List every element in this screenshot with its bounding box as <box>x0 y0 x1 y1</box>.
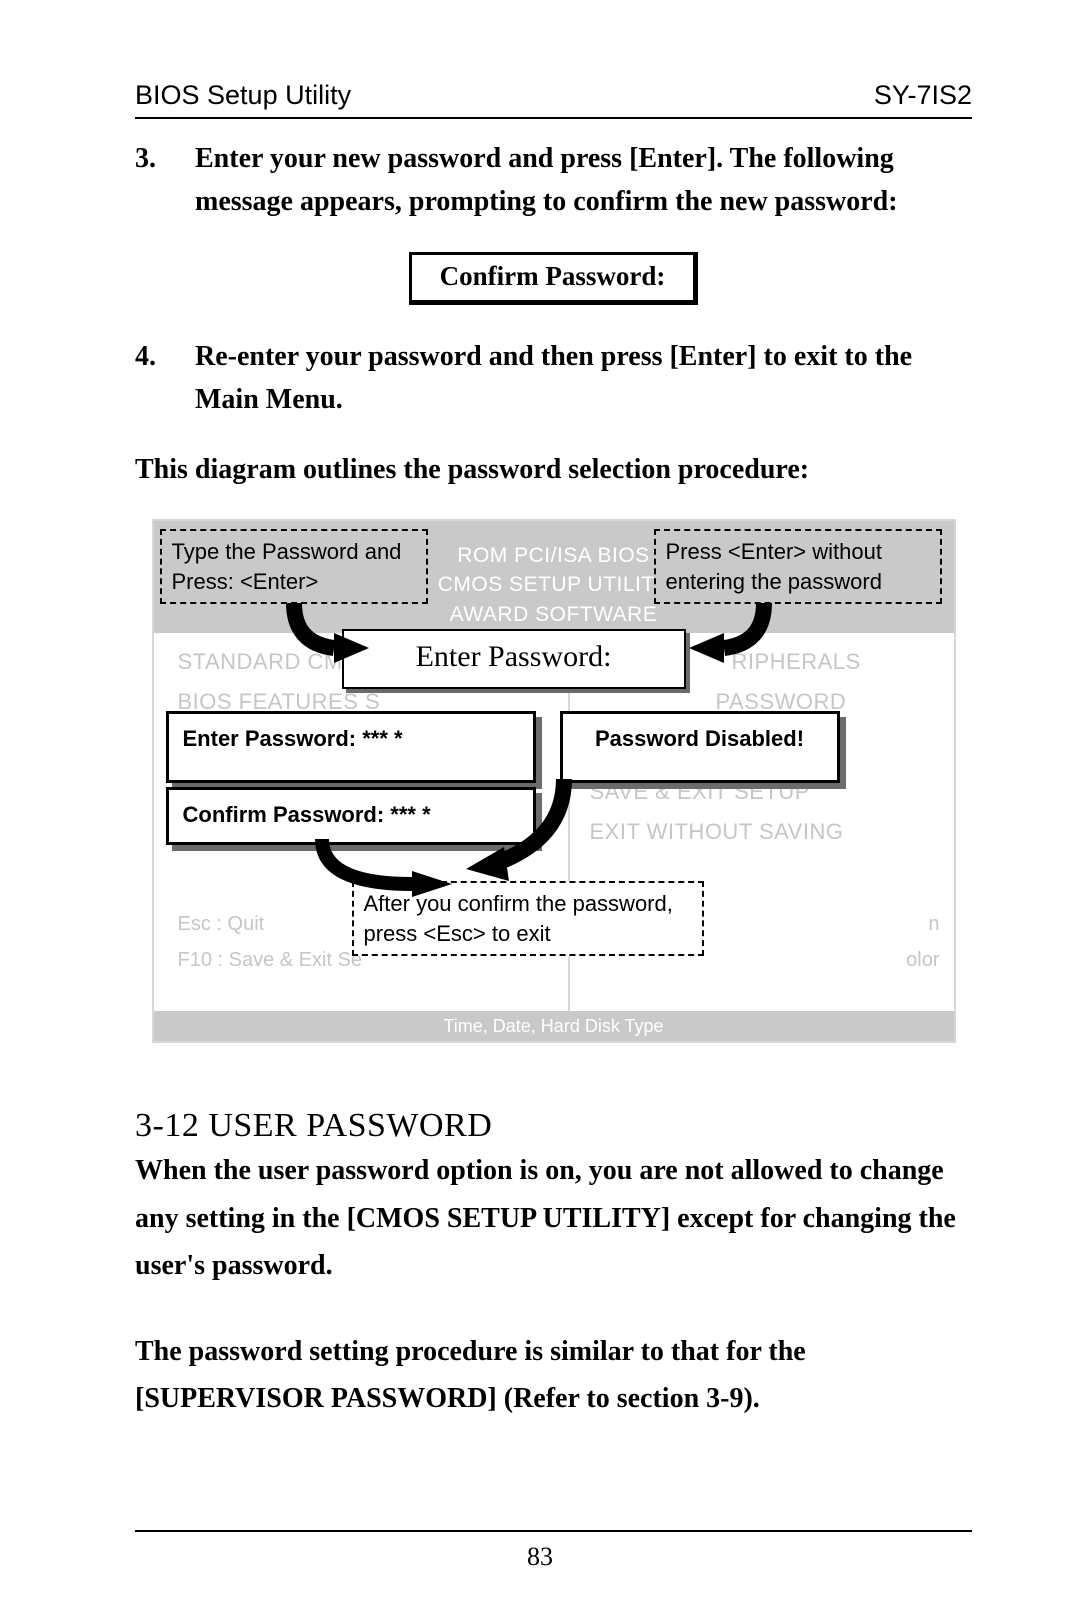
section-paragraph-1: When the user password option is on, you… <box>135 1147 972 1290</box>
section-paragraph-2: The password setting procedure is simila… <box>135 1328 972 1423</box>
diagram-footer-bar: Time, Date, Hard Disk Type <box>154 1011 954 1041</box>
callout-after-confirm: After you confirm the password, press <E… <box>352 881 704 956</box>
confirm-password-box: Confirm Password: <box>409 252 699 305</box>
help-text: Esc : Quit <box>178 913 265 936</box>
enter-password-title-box: Enter Password: <box>342 629 686 689</box>
section-heading: 3-12 USER PASSWORD <box>135 1107 972 1145</box>
enter-password-box: Enter Password: *** * <box>166 711 536 783</box>
footer-rule <box>135 1530 972 1532</box>
step-3-number: 3. <box>135 137 195 224</box>
password-disabled-box: Password Disabled! <box>560 711 840 783</box>
header-right: SY-7IS2 <box>874 80 972 111</box>
step-4: 4. Re-enter your password and then press… <box>135 335 972 422</box>
menu-item: EXIT WITHOUT SAVING <box>590 819 844 845</box>
step-4-number: 4. <box>135 335 195 422</box>
header-left: BIOS Setup Utility <box>135 80 351 111</box>
step-3: 3. Enter your new password and press [En… <box>135 137 972 224</box>
page-header: BIOS Setup Utility SY-7IS2 <box>135 80 972 119</box>
step-3-text: Enter your new password and press [Enter… <box>195 137 972 224</box>
confirm-password-box-wrap: Confirm Password: <box>135 252 972 305</box>
callout-press-enter-empty: Press <Enter> without entering the passw… <box>654 529 942 604</box>
help-text: olor <box>906 949 939 972</box>
step-4-text: Re-enter your password and then press [E… <box>195 335 972 422</box>
help-text: n <box>928 913 939 936</box>
page-number: 83 <box>0 1542 1080 1572</box>
diagram-intro: This diagram outlines the password selec… <box>135 448 972 491</box>
callout-type-password: Type the Password and Press: <Enter> <box>160 529 428 604</box>
password-diagram: ROM PCI/ISA BIOS CMOS SETUP UTILITY AWAR… <box>152 519 956 1043</box>
confirm-password-box2: Confirm Password: *** * <box>166 787 536 845</box>
menu-item: RIPHERALS <box>732 649 861 675</box>
help-text: F10 : Save & Exit Se <box>178 949 363 972</box>
